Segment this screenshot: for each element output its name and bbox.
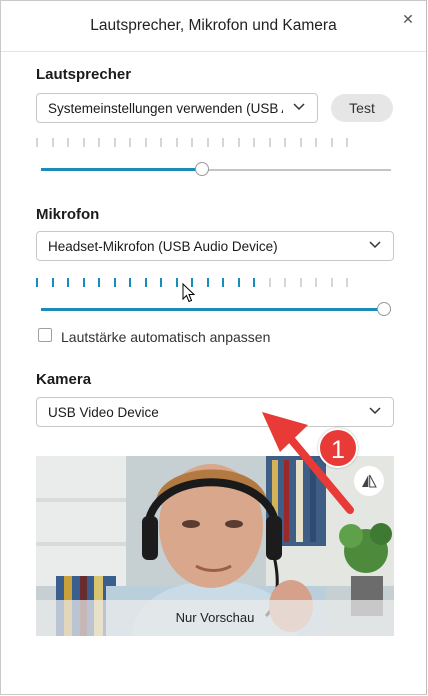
meter-bar (191, 138, 193, 147)
meter-bar (51, 278, 54, 287)
meter-bar (299, 278, 302, 287)
meter-bar (129, 138, 131, 147)
dialog-title: Lautsprecher, Mikrofon und Kamera (90, 17, 337, 34)
camera-select[interactable]: USB Video Device (36, 397, 394, 427)
chevron-down-icon (293, 103, 305, 111)
meter-bar (98, 278, 100, 287)
meter-bar (51, 138, 54, 147)
mirror-preview-button[interactable] (354, 466, 384, 496)
speaker-section-label: Lautsprecher (36, 66, 132, 83)
meter-bar (330, 138, 333, 147)
microphone-volume-slider[interactable] (41, 302, 391, 318)
meter-bar (175, 138, 178, 147)
speaker-select[interactable]: Systemeinstellungen verwenden (USB Audio… (36, 93, 318, 123)
meter-bar (222, 278, 224, 287)
chevron-down-icon (369, 407, 381, 415)
meter-bar (175, 278, 178, 287)
meter-bar (237, 278, 240, 287)
chevron-down-icon (369, 241, 381, 249)
meter-bar (98, 138, 100, 147)
auto-adjust-checkbox[interactable] (38, 328, 52, 342)
meter-bar (268, 278, 271, 287)
meter-bar (284, 138, 286, 147)
meter-bar (144, 278, 147, 287)
auto-adjust-label: Lautstärke automatisch anpassen (61, 329, 271, 345)
slider-thumb[interactable] (195, 162, 209, 176)
meter-bar (315, 278, 317, 287)
meter-bar (144, 138, 147, 147)
meter-bar (160, 138, 162, 147)
meter-bar (222, 138, 224, 147)
meter-bar (346, 138, 348, 147)
meter-bar (315, 138, 317, 147)
meter-bar (253, 138, 255, 147)
camera-select-value: USB Video Device (48, 405, 159, 420)
preview-only-label: Nur Vorschau (36, 600, 394, 636)
microphone-select[interactable]: Headset-Mikrofon (USB Audio Device) (36, 231, 394, 261)
meter-bar (299, 138, 302, 147)
meter-bar (330, 278, 333, 287)
camera-preview: Nur Vorschau (36, 456, 394, 636)
microphone-section-label: Mikrofon (36, 206, 100, 223)
meter-bar (67, 138, 69, 147)
annotation-badge: 1 (318, 428, 358, 468)
microphone-select-value: Headset-Mikrofon (USB Audio Device) (48, 239, 278, 254)
speaker-volume-slider[interactable] (41, 162, 391, 178)
meter-bar (82, 278, 85, 287)
camera-section-label: Kamera (36, 371, 92, 388)
meter-bar (253, 278, 255, 287)
meter-bar (36, 278, 38, 287)
meter-bar (129, 278, 131, 287)
meter-bar (82, 138, 85, 147)
mouse-cursor-icon (182, 283, 196, 303)
meter-bar (206, 278, 209, 287)
title-divider (1, 51, 426, 52)
speaker-level-meter (36, 138, 356, 148)
speaker-select-value: Systemeinstellungen verwenden (USB Audio… (48, 101, 283, 116)
close-icon[interactable]: ✕ (400, 11, 416, 27)
meter-bar (268, 138, 271, 147)
speaker-test-button[interactable]: Test (331, 94, 393, 122)
meter-bar (67, 278, 69, 287)
slider-fill (41, 308, 391, 311)
meter-bar (206, 138, 209, 147)
meter-bar (346, 278, 348, 287)
slider-thumb[interactable] (377, 302, 391, 316)
meter-bar (113, 278, 116, 287)
meter-bar (160, 278, 162, 287)
settings-dialog: Lautsprecher, Mikrofon und Kamera ✕ Laut… (0, 0, 427, 695)
microphone-level-meter (36, 278, 356, 288)
meter-bar (237, 138, 240, 147)
meter-bar (113, 138, 116, 147)
meter-bar (36, 138, 38, 147)
mirror-icon (362, 474, 377, 488)
slider-fill (41, 168, 202, 171)
meter-bar (284, 278, 286, 287)
